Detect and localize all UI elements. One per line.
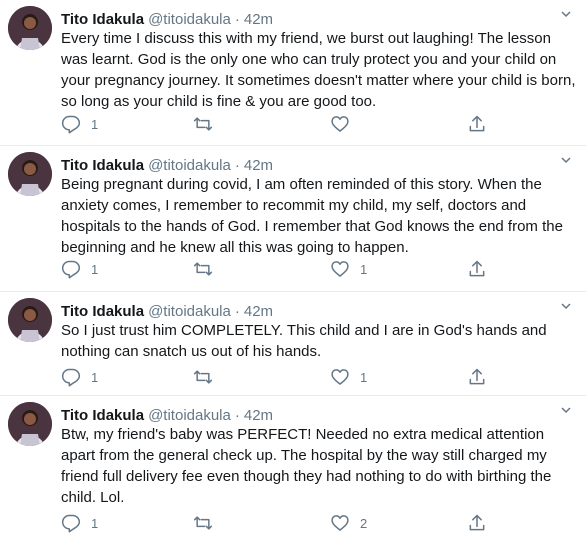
tweet-header: Tito Idakula @titoidakula · 42m [61,303,273,321]
author-name[interactable]: Tito Idakula [61,157,144,174]
like-count: 2 [360,515,368,531]
share-icon [467,259,487,279]
reply-button[interactable]: 1 [61,112,98,136]
author-handle[interactable]: @titoidakula [148,11,231,28]
reply-count: 1 [91,369,99,385]
retweet-button[interactable] [192,112,224,136]
author-handle[interactable]: @titoidakula [148,157,231,174]
retweet-icon [192,367,214,387]
tweet-text: Being pregnant during covid, I am often … [61,176,563,256]
avatar[interactable] [8,6,52,50]
separator: · [234,303,240,320]
reply-icon [61,114,81,134]
like-button[interactable]: 2 [330,511,367,535]
timestamp[interactable]: 42m [244,303,273,320]
timestamp[interactable]: 42m [244,407,273,424]
retweet-icon [192,513,214,533]
timeline: Tito Idakula @titoidakula · 42m Every time … [0,0,586,551]
chevron-down-icon[interactable] [556,4,576,24]
tweet[interactable]: Tito Idakula @titoidakula · 42m Every time … [0,0,586,146]
chevron-down-icon[interactable] [556,150,576,170]
reply-count: 1 [91,116,99,132]
share-icon [467,367,487,387]
tweet-actions: 1 [61,112,541,136]
tweet-actions: 1 2 [61,511,541,535]
retweet-button[interactable] [192,257,224,281]
tweet-text: So I just trust him COMPLETELY. This chi… [61,322,547,360]
reply-button[interactable]: 1 [61,511,98,535]
retweet-icon [192,259,214,279]
separator: · [234,157,240,174]
tweet-header: Tito Idakula @titoidakula · 42m [61,157,273,175]
avatar[interactable] [8,298,52,342]
tweet-actions: 1 1 [61,365,541,389]
tweet-text: Btw, my friend's baby was PERFECT! Neede… [61,426,552,506]
share-button[interactable] [467,511,487,535]
tweet-header: Tito Idakula @titoidakula · 42m [61,11,273,29]
like-icon [330,114,350,134]
reply-icon [61,259,81,279]
retweet-button[interactable] [192,511,224,535]
author-handle[interactable]: @titoidakula [148,407,231,424]
timestamp[interactable]: 42m [244,157,273,174]
tweet[interactable]: Tito Idakula @titoidakula · 42m Btw, my fri… [0,396,586,551]
like-count: 1 [360,369,368,385]
like-icon [330,513,350,533]
tweet-actions: 1 1 [61,257,541,281]
timestamp[interactable]: 42m [244,11,273,28]
tweet[interactable]: Tito Idakula @titoidakula · 42m So I just t… [0,292,586,396]
share-icon [467,114,487,134]
separator: · [234,11,240,28]
like-button[interactable]: 1 [330,257,367,281]
reply-count: 1 [91,261,99,277]
like-icon [330,259,350,279]
avatar[interactable] [8,152,52,196]
chevron-down-icon[interactable] [556,400,576,420]
author-name[interactable]: Tito Idakula [61,407,144,424]
like-button[interactable]: 1 [330,365,367,389]
reply-button[interactable]: 1 [61,365,98,389]
author-name[interactable]: Tito Idakula [61,11,144,28]
reply-icon [61,367,81,387]
retweet-icon [192,114,214,134]
share-icon [467,513,487,533]
like-icon [330,367,350,387]
share-button[interactable] [467,365,487,389]
tweet-text: Every time I discuss this with my friend… [61,30,576,110]
retweet-button[interactable] [192,365,224,389]
share-button[interactable] [467,112,487,136]
author-name[interactable]: Tito Idakula [61,303,144,320]
avatar[interactable] [8,402,52,446]
reply-button[interactable]: 1 [61,257,98,281]
reply-count: 1 [91,515,99,531]
like-button[interactable] [330,112,360,136]
like-count: 1 [360,261,368,277]
author-handle[interactable]: @titoidakula [148,303,231,320]
tweet-header: Tito Idakula @titoidakula · 42m [61,407,273,425]
reply-icon [61,513,81,533]
tweet[interactable]: Tito Idakula @titoidakula · 42m Being pregn… [0,146,586,292]
chevron-down-icon[interactable] [556,296,576,316]
separator: · [234,407,240,424]
share-button[interactable] [467,257,487,281]
